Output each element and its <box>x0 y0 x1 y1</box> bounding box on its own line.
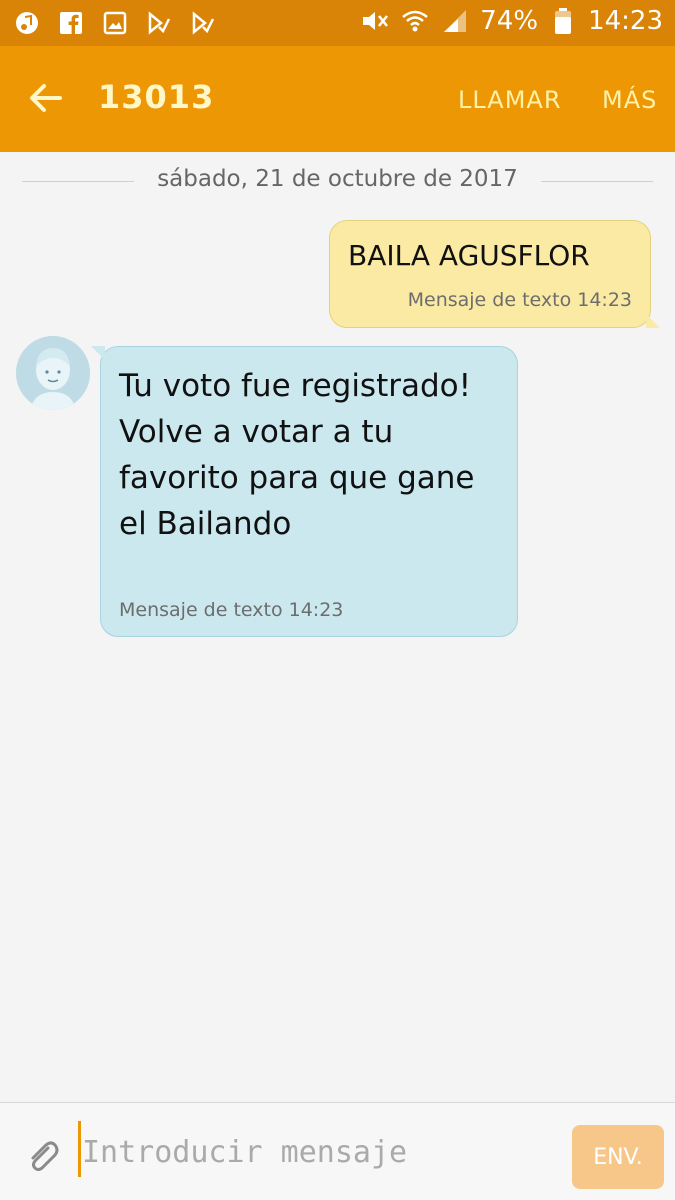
wifi-icon <box>400 6 430 36</box>
outgoing-message-bubble[interactable]: BAILA AGUSFLOR Mensaje de texto 14:23 <box>329 220 660 328</box>
call-button[interactable]: LLAMAR <box>458 86 562 114</box>
app-bar: 13013 LLAMAR MÁS <box>0 46 675 152</box>
battery-icon <box>548 6 578 36</box>
message-meta: Mensaje de texto 14:23 <box>407 289 632 311</box>
divider <box>541 181 653 182</box>
date-label: sábado, 21 de octubre de 2017 <box>157 166 518 192</box>
incoming-message-bubble[interactable]: Tu voto fue registrado! Volve a votar a … <box>91 346 518 637</box>
message-composer: ENV. <box>0 1102 675 1200</box>
music-note-icon <box>12 8 42 38</box>
date-separator: sábado, 21 de octubre de 2017 <box>22 166 653 196</box>
system-indicators: 74% 14:23 <box>360 6 663 36</box>
back-arrow-icon[interactable] <box>24 76 68 120</box>
person-icon <box>16 336 90 410</box>
mute-icon <box>360 6 390 36</box>
message-text: BAILA AGUSFLOR <box>348 239 590 272</box>
contact-title: 13013 <box>98 78 215 116</box>
attachment-icon[interactable] <box>24 1137 60 1173</box>
notification-icons <box>12 8 218 38</box>
play-store-icon <box>144 8 174 38</box>
status-bar: 74% 14:23 <box>0 0 675 46</box>
more-button[interactable]: MÁS <box>602 86 657 114</box>
image-icon <box>100 8 130 38</box>
bubble-tail <box>646 314 660 328</box>
text-cursor <box>78 1121 81 1177</box>
facebook-icon <box>56 8 86 38</box>
play-store-icon <box>188 8 218 38</box>
contact-avatar[interactable] <box>16 336 90 410</box>
message-input[interactable] <box>82 1125 552 1179</box>
clock: 14:23 <box>588 6 663 36</box>
battery-percent: 74% <box>480 6 539 36</box>
signal-icon <box>440 6 470 36</box>
message-text: Tu voto fue registrado! Volve a votar a … <box>119 368 475 542</box>
send-button[interactable]: ENV. <box>572 1125 664 1189</box>
bubble-tail <box>91 346 105 360</box>
message-meta: Mensaje de texto 14:23 <box>119 599 344 621</box>
